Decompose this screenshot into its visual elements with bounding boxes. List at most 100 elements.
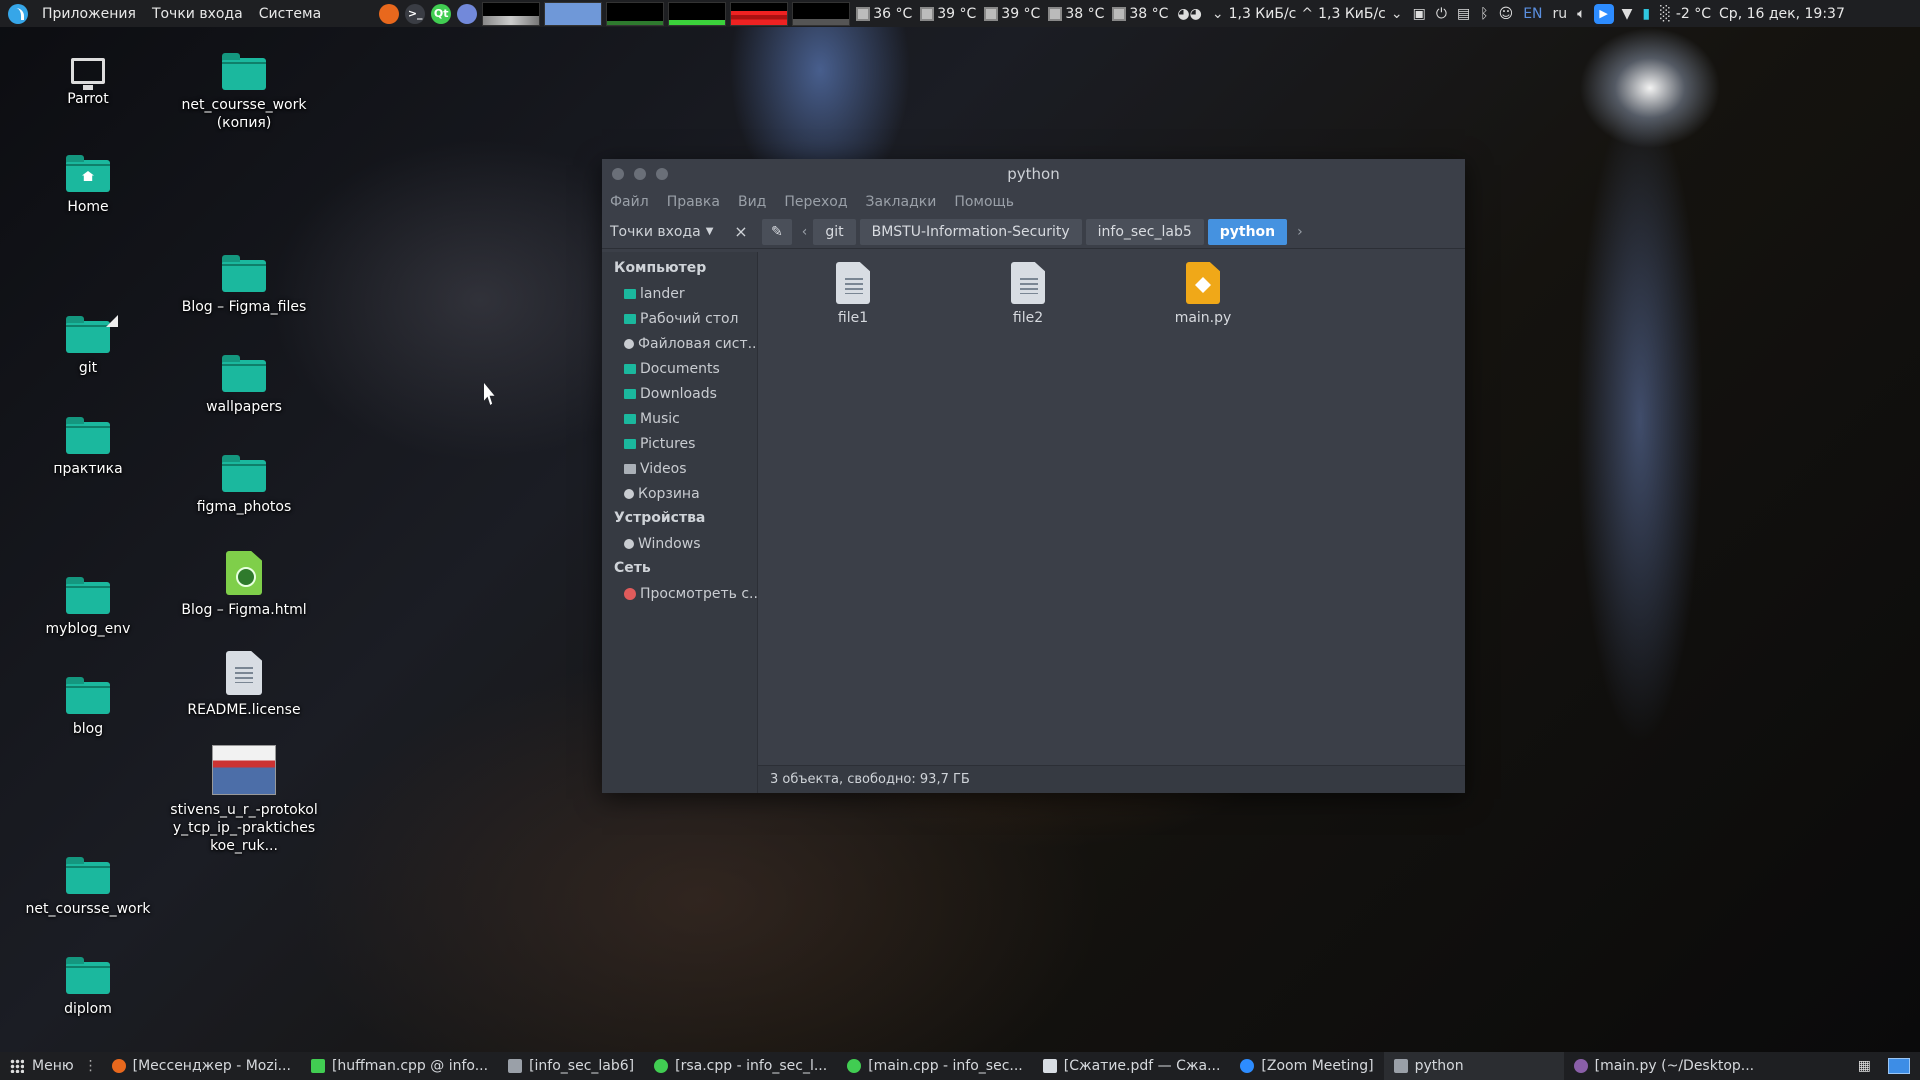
zoom-icon [1240, 1059, 1255, 1073]
breadcrumb-info-sec-lab5[interactable]: info_sec_lab5 [1085, 218, 1204, 245]
breadcrumb-left-arrow-icon[interactable]: ‹ [796, 224, 814, 240]
sidebar-item-music[interactable]: Music [602, 406, 757, 431]
keyboard-lang[interactable]: EN [1523, 6, 1542, 22]
music-folder-icon [624, 413, 636, 424]
sidebar-item-desktop[interactable]: Рабочий стол [602, 306, 757, 331]
desktop-icon-blog-figma-html[interactable]: Blog – Figma.html [169, 551, 319, 619]
discord-tray-icon[interactable]: ☺ [1499, 6, 1514, 22]
taskbar-item-rsa[interactable]: [rsa.cpp - info_sec_l... [644, 1052, 837, 1080]
file-item-main-py[interactable]: main.py [1158, 262, 1248, 326]
power-icon[interactable]: ⏻ [1436, 6, 1447, 22]
terminal-icon[interactable]: >_ [405, 3, 426, 24]
breadcrumb-python[interactable]: python [1207, 218, 1288, 245]
desktop-icon-net-coursse-work-copy[interactable]: net_coursse_work (копия) [169, 53, 319, 132]
taskbar-item-main-cpp[interactable]: [main.cpp - info_sec... [837, 1052, 1033, 1080]
printer-icon[interactable]: ▤ [1457, 6, 1470, 22]
breadcrumb-right-arrow-icon[interactable]: › [1291, 224, 1309, 240]
pictures-folder-icon [624, 438, 636, 449]
desktop-icon-parrot[interactable]: Parrot [13, 58, 163, 108]
sidebar-item-documents[interactable]: Documents [602, 356, 757, 381]
discord-icon[interactable] [457, 3, 478, 24]
weather-icon[interactable]: ░ [1660, 6, 1671, 22]
parrot-logo-icon[interactable] [8, 3, 28, 24]
file-item-file2[interactable]: file2 [983, 262, 1073, 326]
close-sidebar-icon[interactable]: × [730, 222, 752, 241]
weather-temp[interactable]: -2 °C [1676, 6, 1711, 22]
breadcrumb-bmstu[interactable]: BMSTU-Information-Security [859, 218, 1082, 245]
taskbar-item-python[interactable]: python [1383, 1052, 1564, 1080]
taskbar-item-huffman[interactable]: [huffman.cpp @ info... [301, 1052, 498, 1080]
documents-folder-icon [624, 363, 636, 374]
sidebar-item-filesystem[interactable]: Файловая сист... [602, 331, 757, 356]
wifi-icon[interactable]: ▼ [1622, 6, 1633, 22]
desktop-icon-home[interactable]: Home [13, 155, 163, 216]
menu-applications[interactable]: Приложения [34, 6, 144, 22]
file-view[interactable]: file1 file2 main.py [758, 252, 1465, 793]
places-sidebar: Компьютер lander Рабочий стол Файловая с… [602, 252, 758, 793]
chip-icon [856, 6, 871, 21]
menu-edit[interactable]: Правка [667, 194, 720, 210]
volume-icon[interactable]: 🔈︎ [1577, 6, 1585, 22]
taskbar-item-zoom[interactable]: [Zoom Meeting] [1230, 1052, 1383, 1080]
menu-file[interactable]: Файл [610, 194, 649, 210]
desktop-icon-wallpapers[interactable]: wallpapers [169, 355, 319, 416]
qt-creator-icon[interactable]: Qt [431, 3, 452, 24]
window-title: python [1007, 165, 1060, 183]
edit-location-button[interactable]: ✎ [762, 218, 792, 245]
battery-icon[interactable]: ▮ [1642, 6, 1650, 22]
desktop-icon-net-coursse-work[interactable]: net_coursse_work [13, 857, 163, 918]
sidebar-section-network: Сеть [614, 560, 651, 576]
desktop-icon-blog-figma-files[interactable]: Blog – Figma_files [169, 255, 319, 316]
folder-icon [222, 455, 266, 492]
sidebar-item-lander[interactable]: lander [602, 281, 757, 306]
keyboard-layout[interactable]: ru [1553, 6, 1568, 22]
desktop-icon-praktika[interactable]: практика [13, 417, 163, 478]
workspace-switcher[interactable] [1888, 1058, 1910, 1074]
breadcrumb-git[interactable]: git [813, 218, 856, 245]
window-titlebar[interactable]: python [602, 159, 1465, 189]
sidebar-item-videos[interactable]: Videos [602, 456, 757, 481]
screenshot-icon[interactable]: ▣ [1413, 6, 1426, 22]
eyes-icon[interactable]: ◕◕ [1177, 6, 1201, 22]
desktop-icon-blog[interactable]: blog [13, 677, 163, 738]
taskbar-item-info-sec-lab6[interactable]: [info_sec_lab6] [498, 1052, 644, 1080]
desktop-icon-readme-license[interactable]: README.license [169, 651, 319, 719]
places-dropdown[interactable]: Точки входа ▼ [610, 224, 730, 240]
menu-help[interactable]: Помощь [954, 194, 1014, 210]
disk-graph [792, 1, 851, 26]
firefox-icon[interactable] [379, 3, 400, 24]
folder-link-icon [66, 315, 118, 353]
bottom-tray: ▦ [1853, 1058, 1920, 1074]
desktop-icon-myblog-env[interactable]: myblog_env [13, 577, 163, 638]
taskbar-item-main-py[interactable]: [main.py (~/Desktop... [1564, 1052, 1765, 1080]
qt-creator-icon [654, 1059, 669, 1073]
desktop-icon-git[interactable]: git [13, 315, 163, 377]
zoom-tray-icon[interactable]: ▶ [1593, 3, 1614, 24]
clock[interactable]: Ср, 16 дек, 19:37 [1719, 6, 1845, 22]
desktop-icon-diplom[interactable]: diplom [13, 957, 163, 1018]
taskbar-item-firefox[interactable]: [Мессенджер - Mozi... [102, 1052, 301, 1080]
menu-view[interactable]: Вид [738, 194, 766, 210]
chip-icon [1112, 6, 1127, 21]
panel-handle-icon[interactable]: ⋮ [84, 1058, 98, 1074]
sidebar-item-browse-network[interactable]: Просмотреть с... [602, 581, 757, 606]
sidebar-item-downloads[interactable]: Downloads [602, 381, 757, 406]
menu-go[interactable]: Переход [784, 194, 847, 210]
sidebar-item-trash[interactable]: Корзина [602, 481, 757, 506]
menu-places[interactable]: Точки входа [144, 6, 251, 22]
desktop-icon-figma-photos[interactable]: figma_photos [169, 455, 319, 516]
bluetooth-icon[interactable]: ᛒ [1480, 6, 1488, 22]
text-file-icon [226, 651, 262, 695]
net-down-speed: 1,3 КиБ/с [1228, 5, 1297, 22]
file-item-file1[interactable]: file1 [808, 262, 898, 326]
menu-bookmarks[interactable]: Закладки [866, 194, 937, 210]
desktop-icon-stivens-book[interactable]: stivens_u_r_-protokoly_tcp_ip_-praktiche… [169, 745, 319, 855]
videos-folder-icon [624, 463, 636, 474]
keyboard-icon[interactable]: ▦ [1858, 1058, 1871, 1074]
menu-system[interactable]: Система [251, 6, 329, 22]
main-menu-button[interactable]: Меню [0, 1058, 84, 1074]
taskbar-item-pdf[interactable]: [Сжатие.pdf — Сжа... [1033, 1052, 1231, 1080]
chevron-down-icon[interactable]: ⌄ [1391, 6, 1403, 22]
sidebar-item-pictures[interactable]: Pictures [602, 431, 757, 456]
sidebar-item-windows[interactable]: Windows [602, 531, 757, 556]
